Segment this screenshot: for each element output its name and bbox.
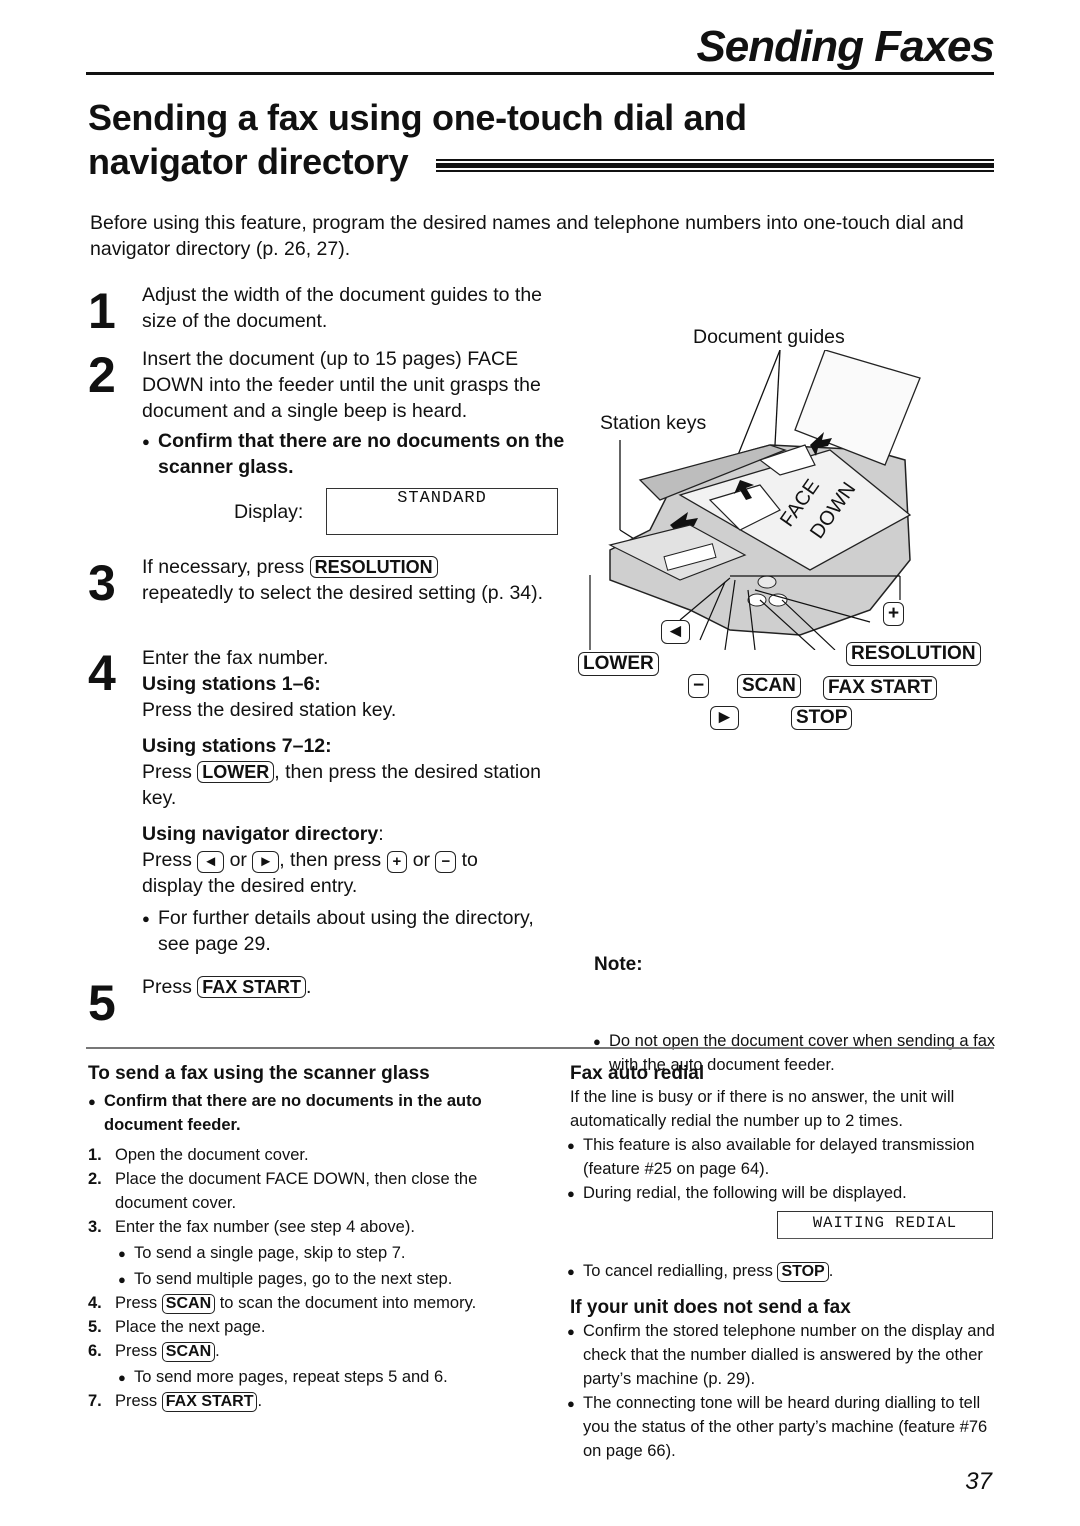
step-4-text: Enter the fax number. [142, 647, 329, 669]
stop-key: STOP [777, 1262, 829, 1282]
step-2-bullet: Confirm that there are no documents on t… [142, 428, 568, 480]
auto-redial-bullet2: During redial, the following will be dis… [567, 1181, 995, 1206]
step-3-pre: If necessary, press [142, 556, 305, 578]
scanner-step-1: 1. Open the document cover. [88, 1146, 309, 1164]
right-arrow-key-icon: ► [252, 851, 280, 873]
step-5-text: Press FAX START. [142, 976, 312, 998]
stations-7-12-text: Press LOWER, then press the desired stat… [142, 761, 541, 809]
step-number-2: 2 [88, 347, 116, 403]
illus-resolution-key: RESOLUTION [846, 642, 981, 666]
illus-lower-key: LOWER [578, 652, 659, 676]
title-rules [436, 159, 994, 173]
resolution-key: RESOLUTION [309, 556, 438, 578]
scanner-glass-section: To send a fax using the scanner glass Co… [88, 1063, 528, 1413]
illus-scan-key: SCAN [737, 674, 801, 698]
illus-left-arrow-key-icon: ◄ [661, 620, 690, 644]
running-head: Sending Faxes [696, 22, 995, 71]
display-value: STANDARD [397, 489, 487, 508]
step-2-text: Insert the document (up to 15 pages) FAC… [142, 348, 541, 422]
auto-redial-heading: Fax auto redial [570, 1063, 705, 1084]
auto-redial-bullet3: To cancel redialling, press STOP. [567, 1259, 995, 1284]
step-3-text: If necessary, press RESOLUTION repeatedl… [142, 554, 562, 606]
scanner-glass-heading: To send a fax using the scanner glass [88, 1063, 430, 1084]
display-label: Display: [234, 501, 304, 523]
page-title-line1: Sending a fax using one-touch dial and [88, 97, 747, 138]
scanner-glass-bullet: Confirm that there are no documents in t… [88, 1089, 528, 1137]
scan-key: SCAN [161, 1342, 216, 1362]
scanner-step-7: 7. Press FAX START. [88, 1392, 263, 1412]
step-1-text: Adjust the width of the document guides … [142, 284, 543, 332]
scanner-step-3-sub2: To send multiple pages, go to the next s… [118, 1267, 528, 1292]
plus-key-icon: + [386, 851, 408, 873]
scanner-step-5: 5. Place the next page. [88, 1318, 266, 1336]
illus-fax-start-key: FAX START [823, 676, 938, 700]
step-number-1: 1 [88, 283, 116, 339]
display-standard: STANDARD [326, 488, 558, 535]
label-document-guides: Document guides [693, 326, 845, 348]
stations-1-6-heading: Using stations 1–6: [142, 673, 321, 695]
step-4-body: Enter the fax number. Using stations 1–6… [142, 645, 562, 957]
illus-minus-key-icon: − [688, 674, 710, 698]
scanner-step-6: 6. Press SCAN. [88, 1342, 220, 1362]
section-divider [86, 1047, 994, 1049]
intro-paragraph: Before using this feature, program the d… [90, 212, 964, 260]
step-4-bullet: For further details about using the dire… [142, 905, 562, 957]
auto-redial-bullet1: This feature is also available for delay… [567, 1133, 995, 1181]
auto-redial-section: Fax auto redial If the line is busy or i… [567, 1063, 995, 1463]
not-send-heading: If your unit does not send a fax [570, 1297, 851, 1318]
note-title: Note: [594, 954, 643, 975]
illus-stop-key: STOP [791, 706, 853, 730]
navigator-text: Press ◄ or ►, then press + or − to [142, 849, 478, 873]
step-number-4: 4 [88, 645, 116, 701]
stations-1-6-text: Press the desired station key. [142, 699, 397, 721]
step-number-3: 3 [88, 555, 116, 611]
step-3-post: repeatedly to select the desired setting… [142, 582, 544, 604]
navigator-heading: Using navigator directory: [142, 823, 384, 845]
fax-start-key: FAX START [161, 1392, 258, 1412]
scanner-step-2: 2. Place the document FACE DOWN, then clo… [88, 1170, 478, 1212]
fax-machine-illustration: FACE DOWN [589, 350, 921, 650]
auto-redial-text: If the line is busy or if there is no an… [570, 1088, 955, 1130]
minus-key-icon: − [435, 851, 457, 873]
display-waiting-redial-value: WAITING REDIAL [812, 1214, 958, 1232]
header-rule [86, 72, 994, 75]
illus-right-arrow-key-icon: ► [710, 706, 739, 730]
lower-key: LOWER [197, 761, 275, 783]
scanner-step-3: 3. Enter the fax number (see step 4 above… [88, 1218, 415, 1236]
scan-key: SCAN [161, 1294, 216, 1314]
not-send-bullet2: The connecting tone will be heard during… [567, 1391, 995, 1463]
navigator-text-line2: display the desired entry. [142, 875, 358, 897]
illus-plus-key-icon: + [883, 602, 905, 626]
not-send-bullet1: Confirm the stored telephone number on t… [567, 1319, 995, 1391]
display-waiting-redial: WAITING REDIAL [777, 1211, 993, 1239]
page-number: 37 [965, 1468, 992, 1495]
stations-7-12-heading: Using stations 7–12: [142, 735, 332, 757]
fax-start-key: FAX START [197, 976, 306, 998]
step-number-5: 5 [88, 975, 116, 1031]
left-arrow-key-icon: ◄ [197, 851, 225, 873]
scanner-step-6-sub: To send more pages, repeat steps 5 and 6… [118, 1365, 528, 1390]
scanner-step-3-sub1: To send a single page, skip to step 7. [118, 1241, 528, 1266]
scanner-step-4: 4. Press SCAN to scan the document into m… [88, 1294, 477, 1314]
